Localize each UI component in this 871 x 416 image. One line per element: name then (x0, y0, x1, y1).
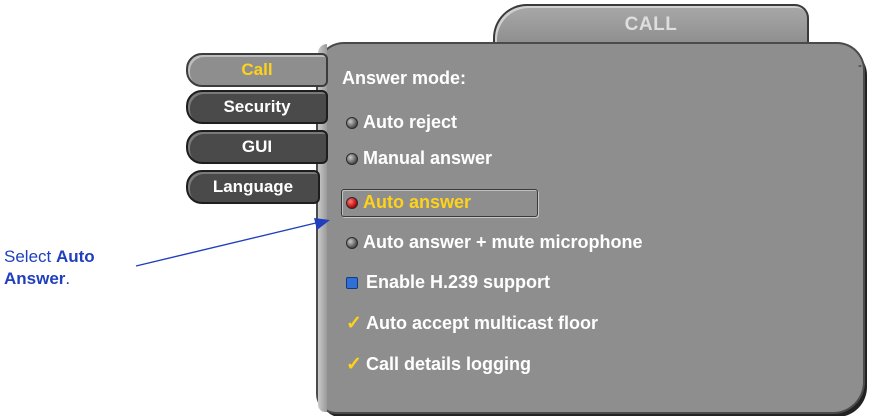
margin-mark: - (858, 58, 862, 72)
call-settings-screen: CALL Call Security GUI Language Answer m… (0, 0, 871, 416)
callout-arrow-head (314, 218, 330, 230)
callout-arrow (135, 218, 330, 267)
callout-arrow-line (135, 221, 321, 267)
tab-call[interactable]: Call (186, 53, 328, 87)
